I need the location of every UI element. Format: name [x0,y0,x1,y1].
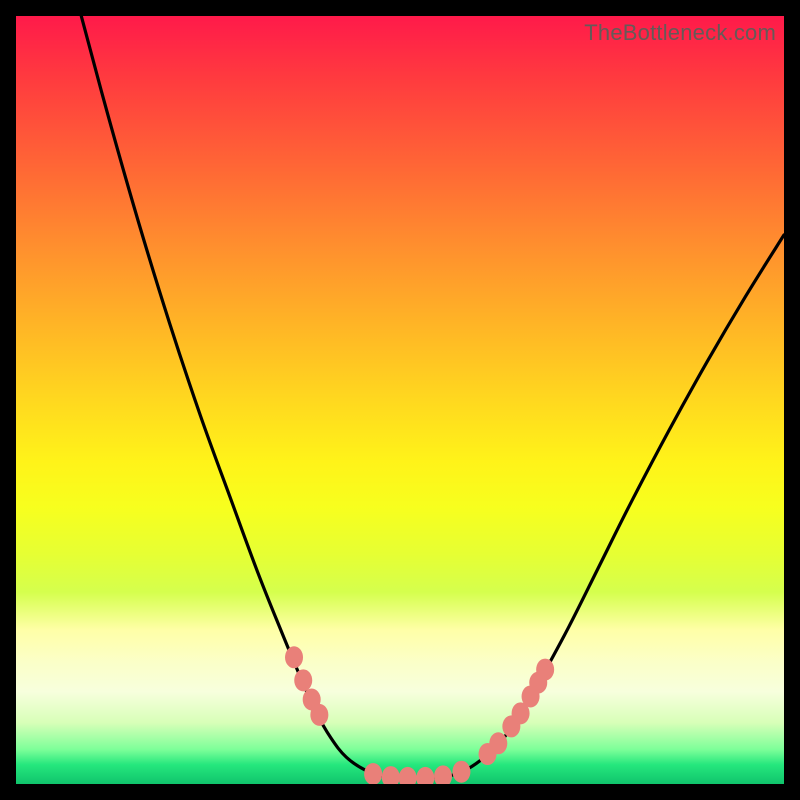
data-marker [310,704,328,726]
data-marker [382,766,400,784]
data-marker [285,646,303,668]
data-marker [536,659,554,681]
data-marker [416,767,434,784]
data-markers [285,646,554,784]
bottleneck-curve-svg [16,16,784,784]
chart-frame: TheBottleneck.com [16,16,784,784]
data-marker [294,669,312,691]
watermark-text: TheBottleneck.com [584,20,776,46]
data-marker [452,761,470,783]
plot-area: TheBottleneck.com [16,16,784,784]
data-marker [364,763,382,784]
bottleneck-curve [81,16,784,778]
data-marker [399,767,417,784]
data-marker [434,765,452,784]
data-marker [489,732,507,754]
